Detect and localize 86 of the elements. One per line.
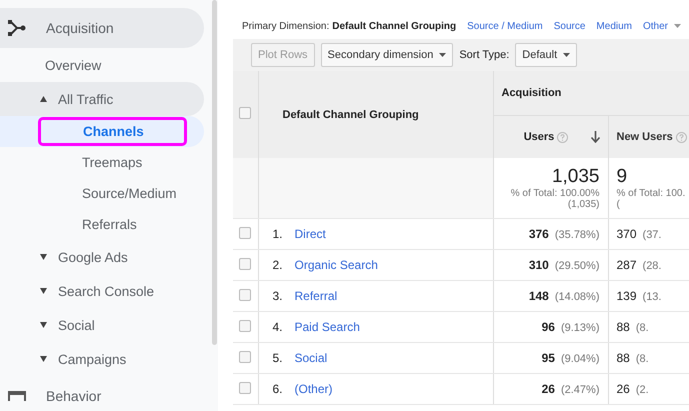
metric-value: 95 [542,351,555,365]
row-rank: 1. [272,227,284,241]
column-header[interactable]: New Users [616,131,673,143]
column-header[interactable]: Users [524,131,554,143]
row-rank: 6. [272,382,284,396]
metric-percent: (37. [642,229,662,241]
sidebar-item[interactable]: Overview [0,48,204,82]
dimension-link[interactable]: Medium [596,20,632,32]
metric-percent: (13. [642,291,662,303]
metric-value: 139 [616,289,637,303]
metric-percent: (8. [636,353,649,365]
dimension-link[interactable]: Source [554,20,586,32]
expand-triangle-icon[interactable] [40,288,47,294]
channel-link[interactable]: Referral [294,289,338,303]
dimension-menu[interactable]: Other [643,20,682,32]
total-value: 1,035 [550,166,600,188]
sidebar-item[interactable]: Search Console [0,274,204,308]
collapse-triangle-icon[interactable] [40,96,47,102]
metric-value: 88 [616,351,630,365]
sidebar-item[interactable]: Source/Medium [0,178,204,209]
metric-percent: (35.78%) [554,229,600,241]
metric-value: 88 [616,320,630,334]
metric-value: 26 [542,382,555,396]
help-icon[interactable] [676,132,687,143]
sidebar-item[interactable]: Campaigns [0,342,204,376]
metric-value: 148 [528,289,549,303]
group-header: Acquisition [502,87,562,99]
total-share: % of Total: 100. [616,188,686,200]
channel-link[interactable]: Direct [294,227,326,241]
metric-percent: (28. [642,260,662,272]
row-checkbox[interactable] [239,258,251,270]
channel-link[interactable]: Organic Search [294,258,378,272]
metric-percent: (2. [636,384,649,396]
branch-icon [8,20,26,36]
total-share: % of Total: 100.00% [510,188,600,200]
sidebar-item[interactable]: Google Ads [0,240,204,274]
metric-value: 376 [528,227,549,241]
metric-percent: (14.08%) [554,291,600,303]
row-checkbox[interactable] [239,350,251,362]
channel-link[interactable]: Paid Search [294,320,360,334]
row-checkbox[interactable] [239,288,251,300]
select-all-checkbox[interactable] [239,107,251,119]
metric-percent: (2.47%) [560,384,600,396]
window-icon [8,391,26,401]
caret-icon [674,24,682,28]
row-checkbox[interactable] [239,226,251,238]
metric-value: 310 [528,258,549,272]
sidebar-item[interactable]: Channels [38,117,187,146]
sort-type-dropdown[interactable]: Default [515,43,578,67]
metric-value: 26 [616,382,630,396]
row-rank: 2. [272,258,284,272]
secondary-dimension-dropdown[interactable]: Secondary dimension [320,43,454,67]
caret-icon [563,53,570,58]
expand-triangle-icon[interactable] [40,254,47,260]
sidebar-item[interactable]: Treemaps [0,147,204,178]
row-rank: 3. [272,289,284,303]
channel-link[interactable]: Social [294,351,328,365]
sort-type-label: Sort Type: [459,49,510,61]
expand-triangle-icon[interactable] [40,322,47,328]
help-icon[interactable] [557,132,568,143]
total-count: (1,035) [566,199,600,211]
sidebar-item[interactable]: Behavior [0,376,204,411]
row-checkbox[interactable] [239,382,251,394]
expand-triangle-icon[interactable] [40,356,47,362]
sidebar-item[interactable]: Acquisition [0,8,204,48]
sidebar-item[interactable]: Social [0,308,204,342]
dimension-label: Primary Dimension: [242,20,330,32]
dimension-link[interactable]: Default Channel Grouping [332,20,456,32]
metric-value: 96 [542,320,555,334]
metric-percent: (8. [636,322,649,334]
channel-link[interactable]: (Other) [294,382,333,396]
row-rank: 5. [272,351,284,365]
total-value: 9 [616,166,628,188]
sidebar-item[interactable]: Referrals [0,209,204,240]
metric-value: 287 [616,258,637,272]
row-checkbox[interactable] [239,320,251,332]
metric-value: 370 [616,227,637,241]
metric-percent: (29.50%) [554,260,600,272]
caret-icon [439,53,446,58]
metric-percent: (9.04%) [560,353,600,365]
metric-percent: (9.13%) [560,322,600,334]
dimension-link[interactable]: Source / Medium [467,20,543,32]
column-header: Default Channel Grouping [282,108,419,120]
total-count: ( [616,199,621,211]
sidebar-item[interactable]: All Traffic [0,82,204,116]
row-rank: 4. [272,320,284,334]
